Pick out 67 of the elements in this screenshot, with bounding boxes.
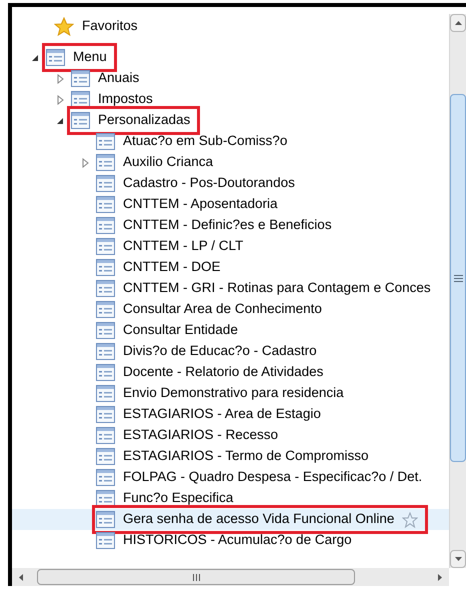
list-icon xyxy=(96,259,115,276)
scroll-thumb[interactable] xyxy=(450,94,466,462)
tree-item[interactable]: ESTAGIARIOS - Area de Estagio xyxy=(96,404,327,425)
up-arrow-icon xyxy=(454,21,462,25)
list-icon xyxy=(96,469,115,486)
star-icon[interactable] xyxy=(402,512,418,528)
tree-item[interactable]: Auxilio Crianca xyxy=(96,152,220,173)
expanded-arrow-icon[interactable] xyxy=(56,116,64,124)
tree-item[interactable]: Impostos xyxy=(71,89,159,110)
tree-item[interactable]: FOLPAG - Quadro Despesa - Especificac?o / Det. xyxy=(96,467,428,488)
list-icon xyxy=(46,49,65,66)
expanded-arrow-icon[interactable] xyxy=(31,54,39,62)
collapsed-arrow-icon[interactable] xyxy=(56,74,64,84)
collapsed-arrow-icon[interactable] xyxy=(56,94,64,104)
list-icon xyxy=(96,511,115,528)
horizontal-scrollbar[interactable] xyxy=(12,568,449,586)
tree-item[interactable]: ESTAGIARIOS - Termo de Compromisso xyxy=(96,446,375,467)
list-icon xyxy=(96,322,115,339)
list-icon xyxy=(96,364,115,381)
list-icon xyxy=(96,532,115,549)
list-icon xyxy=(71,70,90,87)
right-arrow-icon xyxy=(438,574,442,580)
tree-item[interactable]: Anuais xyxy=(71,68,146,89)
scroll-up-button[interactable] xyxy=(450,14,466,32)
left-arrow-icon xyxy=(19,574,23,580)
tree-item[interactable]: CNTTEM - Aposentadoria xyxy=(96,194,284,215)
tree-item[interactable]: CNTTEM - Definic?es e Beneficios xyxy=(96,215,338,236)
tree-item[interactable]: CNTTEM - GRI - Rotinas para Contagem e Conces xyxy=(96,278,437,299)
list-icon xyxy=(96,301,115,318)
scroll-thumb[interactable] xyxy=(37,569,355,585)
grip-icon xyxy=(192,574,200,580)
list-icon xyxy=(96,217,115,234)
list-icon xyxy=(96,406,115,423)
tree-item[interactable]: Consultar Entidade xyxy=(96,320,244,341)
list-icon xyxy=(96,238,115,255)
list-icon xyxy=(96,385,115,402)
collapsed-arrow-icon[interactable] xyxy=(82,158,88,168)
tree-item[interactable]: CNTTEM - LP / CLT xyxy=(96,236,250,257)
tree-item[interactable]: HISTORICOS - Acumulac?o de Cargo xyxy=(96,530,358,551)
down-arrow-icon xyxy=(454,557,462,561)
star-icon xyxy=(54,17,74,36)
tree-item[interactable]: Atuac?o em Sub-Comiss?o xyxy=(96,131,294,152)
list-icon xyxy=(71,112,90,129)
list-icon xyxy=(96,448,115,465)
tree-item[interactable]: Menu xyxy=(46,47,113,68)
list-icon xyxy=(96,490,115,507)
list-icon xyxy=(96,133,115,150)
tree-item[interactable]: Consultar Area de Conhecimento xyxy=(96,299,328,320)
list-icon xyxy=(96,343,115,360)
tree-item[interactable]: Func?o Especifica xyxy=(96,488,240,509)
list-icon xyxy=(71,91,90,108)
list-icon xyxy=(96,154,115,171)
tree-item[interactable]: Docente - Relatorio de Atividades xyxy=(96,362,330,383)
list-icon xyxy=(96,280,115,297)
favorites-label[interactable]: Favoritos xyxy=(82,16,138,37)
grip-icon xyxy=(454,274,462,282)
list-icon xyxy=(96,196,115,213)
tree-item[interactable]: Cadastro - Pos-Doutorandos xyxy=(96,173,301,194)
scroll-down-button[interactable] xyxy=(450,550,466,568)
tree-item[interactable]: Personalizadas xyxy=(71,110,196,131)
vertical-scrollbar[interactable] xyxy=(449,14,466,568)
tree-item[interactable]: Envio Demonstrativo para residencia xyxy=(96,383,350,404)
tree-item[interactable]: ESTAGIARIOS - Recesso xyxy=(96,425,284,446)
tree-item[interactable]: Divis?o de Educac?o - Cadastro xyxy=(96,341,323,362)
list-icon xyxy=(96,175,115,192)
tree-item[interactable]: CNTTEM - DOE xyxy=(96,257,226,278)
list-icon xyxy=(96,427,115,444)
